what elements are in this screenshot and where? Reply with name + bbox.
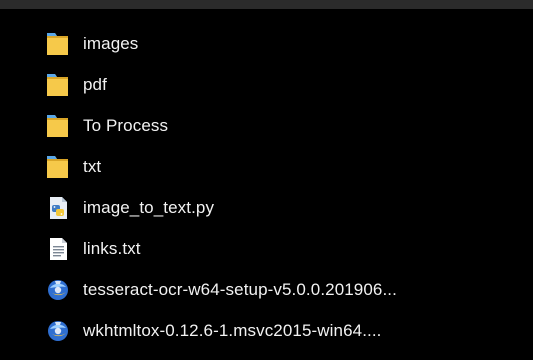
- file-item-wkhtmltox-installer[interactable]: wkhtmltox-0.12.6-1.msvc2015-win64....: [0, 313, 533, 349]
- folder-icon: [47, 74, 68, 96]
- file-item-links-txt[interactable]: links.txt: [0, 231, 533, 267]
- window-top-bar: [0, 0, 533, 9]
- text-file-icon: [50, 238, 67, 260]
- file-item-label: To Process: [83, 116, 169, 135]
- scrollbar-track[interactable]: [527, 9, 533, 360]
- file-item-tesseract-installer[interactable]: tesseract-ocr-w64-setup-v5.0.0.201906...: [0, 272, 533, 308]
- file-item-images[interactable]: images: [0, 26, 533, 62]
- file-item-txt[interactable]: txt: [0, 149, 533, 185]
- folder-icon: [47, 33, 68, 55]
- python-file-icon: [50, 197, 67, 219]
- file-item-label: image_to_text.py: [83, 198, 215, 217]
- file-item-label: wkhtmltox-0.12.6-1.msvc2015-win64....: [83, 321, 382, 340]
- file-item-label: txt: [83, 157, 102, 176]
- file-item-label: links.txt: [83, 239, 141, 258]
- file-item-label: tesseract-ocr-w64-setup-v5.0.0.201906...: [83, 280, 397, 299]
- file-item-label: images: [83, 34, 139, 53]
- file-item-pdf[interactable]: pdf: [0, 67, 533, 103]
- file-item-label: pdf: [83, 75, 107, 94]
- file-list-panel: images pdf To Process txt image_to_text.…: [0, 9, 533, 360]
- file-item-to-process[interactable]: To Process: [0, 108, 533, 144]
- file-item-image-to-text-py[interactable]: image_to_text.py: [0, 190, 533, 226]
- folder-icon: [47, 115, 68, 137]
- installer-icon: [48, 321, 68, 341]
- folder-icon: [47, 156, 68, 178]
- installer-icon: [48, 280, 68, 300]
